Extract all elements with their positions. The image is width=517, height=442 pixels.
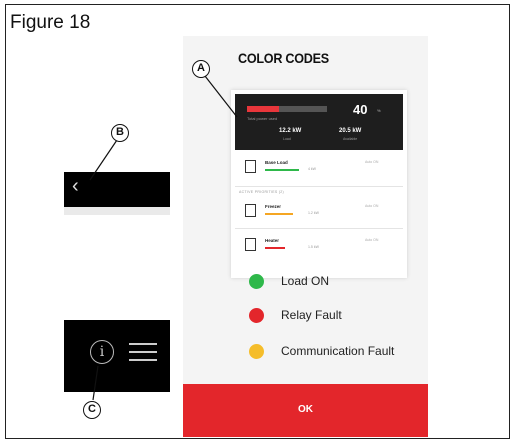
callout-leader-lines: [89, 75, 238, 401]
callout-c: C: [83, 401, 101, 419]
callout-b: B: [111, 124, 129, 142]
callout-a: A: [192, 60, 210, 78]
